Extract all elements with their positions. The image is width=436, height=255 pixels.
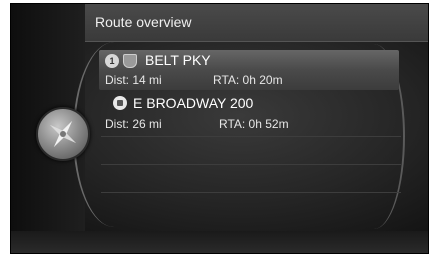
highway-shield-icon — [123, 54, 137, 68]
compass-button[interactable] — [36, 107, 90, 161]
route-rta: RTA: 0h 20m — [213, 73, 283, 87]
route-name[interactable]: E BROADWAY 200 — [133, 95, 253, 111]
compass-icon — [49, 120, 77, 148]
page-title: Route overview — [95, 14, 192, 30]
header-bar: Route overview — [85, 4, 428, 42]
footer-bar — [11, 231, 428, 253]
list-divider — [101, 164, 401, 165]
destination-icon-dot — [117, 100, 123, 106]
list-divider — [101, 136, 401, 137]
route-name[interactable]: BELT PKY — [145, 52, 211, 68]
route-distance: Dist: 14 mi — [105, 73, 162, 87]
navigation-screen: Route overview 1 BELT PKY Dist: 14 mi RT… — [10, 3, 429, 254]
route-distance: Dist: 26 mi — [105, 117, 162, 131]
destination-icon — [113, 96, 127, 110]
route-rta: RTA: 0h 52m — [219, 117, 289, 131]
list-divider — [101, 192, 401, 193]
waypoint-number-badge: 1 — [105, 54, 119, 68]
